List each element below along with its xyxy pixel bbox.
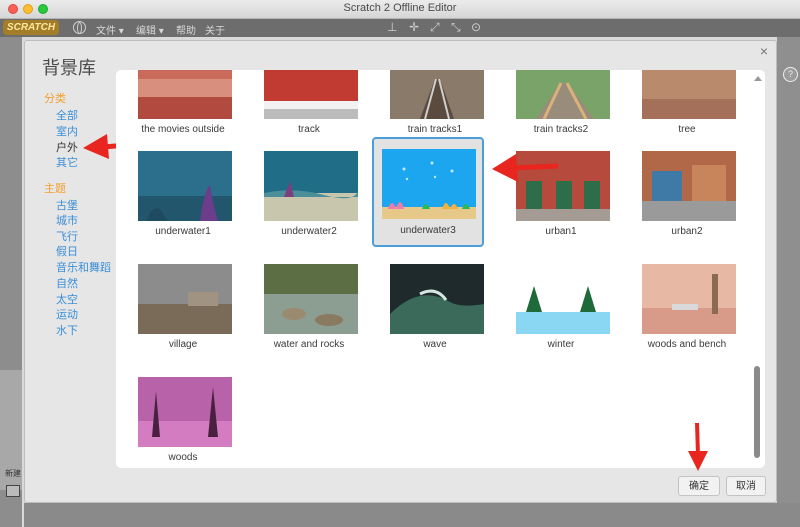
backdrop-library-dialog: 背景库 × 分类 全部 室内 户外 其它 主题 古堡 城市 飞行 假日 音乐和舞… xyxy=(24,40,777,503)
help-icon[interactable]: ? xyxy=(783,67,798,82)
backdrop-label: urban2 xyxy=(671,226,703,237)
backdrop-tile[interactable]: village xyxy=(126,255,240,359)
menu-about[interactable]: 关于 xyxy=(205,22,225,37)
image-icon[interactable] xyxy=(6,485,20,497)
theme-music-and-dance[interactable]: 音乐和舞蹈 xyxy=(56,259,111,275)
backdrop-label: water and rocks xyxy=(273,339,345,350)
theme-space[interactable]: 太空 xyxy=(56,291,78,307)
category-all[interactable]: 全部 xyxy=(56,107,78,123)
vertical-scrollbar[interactable] xyxy=(754,366,760,458)
background-scripts-area xyxy=(777,37,800,527)
winter-thumbnail xyxy=(516,264,610,334)
dialog-title: 背景库 xyxy=(42,58,96,78)
backdrop-tile[interactable]: water and rocks xyxy=(252,255,366,359)
window-title: Scratch 2 Offline Editor xyxy=(343,2,457,14)
backdrop-label: train tracks1 xyxy=(407,124,463,135)
backdrop-label: village xyxy=(168,339,198,350)
stamp-tool-icon[interactable]: ⊥ xyxy=(387,21,397,33)
theme-holiday[interactable]: 假日 xyxy=(56,243,78,259)
language-globe-icon[interactable] xyxy=(73,21,86,34)
tree-thumbnail xyxy=(642,70,736,119)
urban2-thumbnail xyxy=(642,151,736,221)
backdrop-label: underwater1 xyxy=(155,226,211,237)
new-backdrop-label: 新建 xyxy=(5,469,21,478)
woods-thumbnail xyxy=(138,377,232,447)
woods-and-bench-thumbnail xyxy=(642,264,736,334)
cancel-button[interactable]: 取消 xyxy=(726,476,766,496)
backdrop-label: tree xyxy=(678,124,696,135)
backdrop-label: underwater3 xyxy=(400,225,456,236)
grow-tool-icon[interactable]: ⤢ xyxy=(430,21,440,33)
ok-button[interactable]: 确定 xyxy=(678,476,720,496)
theme-nature[interactable]: 自然 xyxy=(56,275,78,291)
backdrop-tile[interactable]: track xyxy=(252,70,366,144)
window-titlebar: Scratch 2 Offline Editor xyxy=(0,0,800,19)
category-outdoors[interactable]: 户外 xyxy=(56,139,78,155)
menu-bar: SCRATCH 文件 ▾ 编辑 ▾ 帮助 关于 ⊥ ✛ ⤢ ⤡ ⊙ xyxy=(0,19,800,37)
theme-heading: 主题 xyxy=(44,183,66,195)
shrink-tool-icon[interactable]: ⤡ xyxy=(451,21,461,33)
menu-help[interactable]: 帮助 xyxy=(176,22,196,37)
underwater2-thumbnail xyxy=(264,151,358,221)
village-thumbnail xyxy=(138,264,232,334)
backdrop-tile[interactable]: woods and bench xyxy=(630,255,744,359)
backdrop-label: woods and bench xyxy=(647,339,727,350)
backdrop-tile[interactable]: underwater1 xyxy=(126,142,240,246)
theme-city[interactable]: 城市 xyxy=(56,212,78,228)
close-icon[interactable]: × xyxy=(760,44,768,58)
track-thumbnail xyxy=(264,70,358,119)
underwater1-thumbnail xyxy=(138,151,232,221)
backdrop-tile[interactable]: woods xyxy=(126,368,240,468)
backdrop-tile[interactable]: tree xyxy=(630,70,744,144)
backdrop-tile[interactable]: train tracks1 xyxy=(378,70,492,144)
backdrop-tile[interactable]: train tracks2 xyxy=(504,70,618,144)
move-tool-icon[interactable]: ✛ xyxy=(409,21,419,33)
backdrop-label: the movies outside xyxy=(141,124,225,135)
theme-flying[interactable]: 飞行 xyxy=(56,228,78,244)
annotation-arrow-down xyxy=(688,422,708,471)
backdrop-tile[interactable]: underwater2 xyxy=(252,142,366,246)
theme-sports[interactable]: 运动 xyxy=(56,306,78,322)
backdrop-tile-selected[interactable]: underwater3 xyxy=(372,137,484,247)
train-tracks2-thumbnail xyxy=(516,70,610,119)
annotation-arrow-selection xyxy=(492,154,559,182)
backdrop-label: wave xyxy=(423,339,447,350)
backdrop-tile[interactable]: wave xyxy=(378,255,492,359)
backdrop-tile[interactable]: winter xyxy=(504,255,618,359)
menu-file[interactable]: 文件 ▾ xyxy=(96,22,124,37)
backdrop-label: woods xyxy=(168,452,198,463)
underwater3-thumbnail xyxy=(382,149,476,219)
the-movies-outside-thumbnail xyxy=(138,70,232,119)
scroll-up-icon[interactable] xyxy=(754,76,762,81)
backdrop-tile[interactable]: urban2 xyxy=(630,142,744,246)
background-bottom-strip xyxy=(24,503,800,527)
backdrop-label: winter xyxy=(547,339,575,350)
category-indoors[interactable]: 室内 xyxy=(56,123,78,139)
theme-underwater[interactable]: 水下 xyxy=(56,322,78,338)
help-tool-icon[interactable]: ⊙ xyxy=(471,21,481,33)
menu-edit[interactable]: 编辑 ▾ xyxy=(136,22,164,37)
backdrop-label: urban1 xyxy=(545,226,577,237)
backdrop-label: train tracks2 xyxy=(533,124,589,135)
backdrop-label: underwater2 xyxy=(281,226,337,237)
category-heading: 分类 xyxy=(44,93,66,105)
backdrop-tile[interactable]: the movies outside xyxy=(126,70,240,144)
backdrop-label: track xyxy=(298,124,320,135)
water-and-rocks-thumbnail xyxy=(264,264,358,334)
backdrop-grid: the movies outside track train tracks1 t… xyxy=(116,70,765,468)
wave-thumbnail xyxy=(390,264,484,334)
category-other[interactable]: 其它 xyxy=(56,154,78,170)
scratch-logo[interactable]: SCRATCH xyxy=(3,20,59,35)
train-tracks1-thumbnail xyxy=(390,70,484,119)
theme-castle[interactable]: 古堡 xyxy=(56,197,78,213)
